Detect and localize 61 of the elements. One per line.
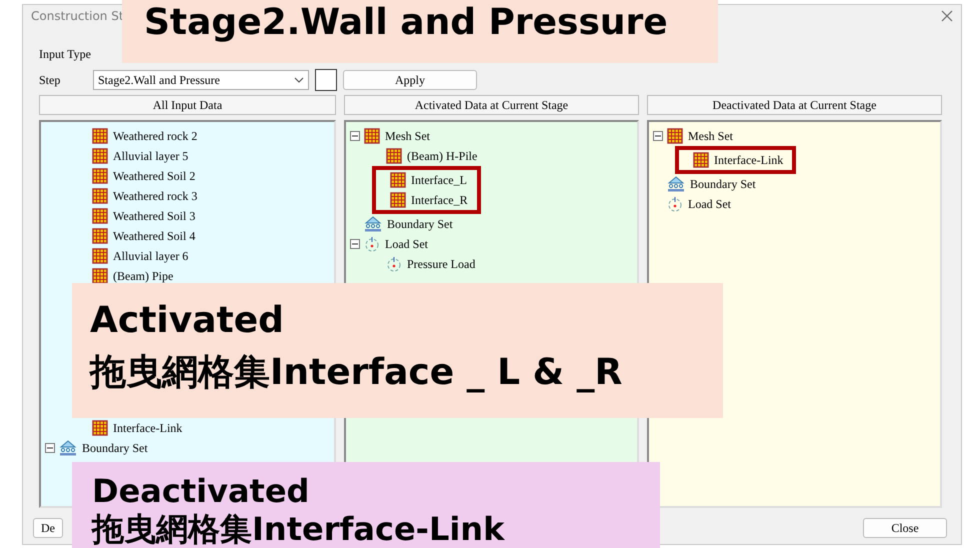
chevron-down-icon [294, 77, 304, 83]
tree-item[interactable]: Pressure Load [406, 256, 476, 272]
tree-item[interactable]: (Beam) Pipe [112, 268, 174, 284]
tree-item[interactable]: Boundary Set [689, 176, 757, 192]
dialog-button[interactable]: De [33, 518, 63, 538]
tree-item[interactable]: Weathered Soil 3 [112, 208, 196, 224]
grid-block-icon [92, 268, 108, 284]
tree-item[interactable]: Mesh Set [384, 128, 431, 144]
annotation-callout: Stage2.Wall and Pressure [122, 0, 718, 63]
field-label: Step [39, 72, 62, 88]
collapse-icon[interactable] [350, 239, 360, 249]
annotation-callout: Deactivated 拖曳網格集Interface-Link [72, 462, 660, 548]
grid-block-icon [92, 228, 108, 244]
tree-item[interactable]: Alluvial layer 6 [112, 248, 190, 264]
column-header: Activated Data at Current Stage [344, 95, 639, 115]
tree-item[interactable]: Load Set [384, 236, 429, 252]
grid-block-icon [92, 168, 108, 184]
tree-item[interactable]: Interface_R [410, 192, 469, 208]
grid-block-icon [92, 128, 108, 144]
close-button[interactable]: Close [863, 518, 947, 538]
grid-block-icon [667, 128, 683, 144]
field-label: Input Type [39, 46, 92, 62]
tree-item[interactable]: Weathered Soil 2 [112, 168, 196, 184]
grid-block-icon [390, 192, 406, 208]
collapse-icon[interactable] [350, 131, 360, 141]
grid-block-icon [92, 420, 108, 436]
step-dropdown[interactable]: Stage2.Wall and Pressure [93, 70, 309, 90]
annotation-callout: Activated 拖曳網格集Interface _ L & _R [72, 283, 723, 418]
close-icon[interactable] [941, 10, 953, 22]
grid-block-icon [390, 172, 406, 188]
tree-item[interactable]: (Beam) H-Pile [406, 148, 478, 164]
grid-block-icon [92, 208, 108, 224]
tree-item[interactable]: Weathered rock 2 [112, 128, 198, 144]
tree-item[interactable]: Load Set [687, 196, 732, 212]
column-header: All Input Data [39, 95, 336, 115]
load-circle-icon [364, 236, 380, 252]
grid-block-icon [92, 248, 108, 264]
load-circle-icon [386, 256, 402, 272]
support-icon [59, 440, 77, 456]
grid-block-icon [92, 188, 108, 204]
tree-item[interactable]: Weathered Soil 4 [112, 228, 196, 244]
tree-item[interactable]: Interface-Link [713, 152, 784, 168]
tree-item[interactable]: Alluvial layer 5 [112, 148, 190, 164]
tree-item[interactable]: Boundary Set [81, 440, 149, 456]
collapse-icon[interactable] [653, 131, 663, 141]
tree-item[interactable]: Interface-Link [112, 420, 184, 436]
apply-button[interactable]: Apply [343, 70, 477, 90]
grid-block-icon [92, 148, 108, 164]
grid-block-icon [693, 152, 709, 168]
grid-block-icon [364, 128, 380, 144]
support-icon [364, 216, 382, 232]
spin-control[interactable] [315, 69, 337, 91]
collapse-icon[interactable] [45, 443, 55, 453]
tree-item[interactable]: Boundary Set [386, 216, 454, 232]
support-icon [667, 176, 685, 192]
grid-block-icon [386, 148, 402, 164]
tree-item[interactable]: Weathered rock 3 [112, 188, 198, 204]
column-header: Deactivated Data at Current Stage [647, 95, 942, 115]
tree-item[interactable]: Interface_L [410, 172, 468, 188]
load-circle-icon [667, 196, 683, 212]
tree-item[interactable]: Mesh Set [687, 128, 734, 144]
